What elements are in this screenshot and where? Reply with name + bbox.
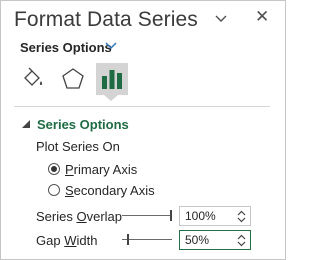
task-pane-options-button[interactable] xyxy=(215,11,227,26)
slider-track xyxy=(122,215,172,216)
section-title[interactable]: Series Options xyxy=(37,117,129,132)
series-overlap-spinner[interactable] xyxy=(179,206,251,226)
close-icon: ✕ xyxy=(255,7,270,26)
spin-down-icon[interactable] xyxy=(237,241,246,247)
slider-thumb[interactable] xyxy=(127,234,129,245)
pane-title: Format Data Series xyxy=(14,8,198,31)
series-overlap-label: Series Overlap xyxy=(36,209,123,224)
series-options-tab[interactable] xyxy=(96,63,128,95)
divider xyxy=(14,106,270,107)
paint-bucket-icon xyxy=(24,67,43,86)
chevron-down-icon[interactable] xyxy=(105,41,117,51)
pentagon-icon xyxy=(62,68,84,89)
gap-width-input[interactable] xyxy=(180,231,234,249)
bar-chart-icon xyxy=(102,70,122,89)
gap-width-slider[interactable] xyxy=(122,234,172,246)
chevron-down-icon xyxy=(215,15,227,22)
fill-line-tab[interactable] xyxy=(17,63,49,95)
gap-width-spinner[interactable] xyxy=(179,230,251,250)
close-button[interactable]: ✕ xyxy=(255,7,269,27)
format-data-series-pane: Format Data Series ✕ Series Options Seri… xyxy=(0,0,286,260)
spin-up-icon[interactable] xyxy=(237,210,246,216)
series-options-dropdown[interactable]: Series Options xyxy=(20,40,112,55)
collapse-triangle-icon[interactable] xyxy=(22,120,30,128)
series-overlap-input[interactable] xyxy=(180,207,234,225)
effects-tab[interactable] xyxy=(57,63,89,95)
secondary-axis-label[interactable]: Secondary Axis xyxy=(65,183,155,198)
slider-track xyxy=(122,239,172,240)
selected-tab-pointer xyxy=(104,95,118,101)
plot-series-on-label: Plot Series On xyxy=(36,139,120,154)
spin-up-icon[interactable] xyxy=(237,234,246,240)
slider-thumb[interactable] xyxy=(170,210,172,221)
gap-width-label: Gap Width xyxy=(36,233,98,248)
primary-axis-label[interactable]: Primary Axis xyxy=(65,162,137,177)
radio-selected-dot xyxy=(51,166,57,172)
primary-axis-radio[interactable] xyxy=(48,163,60,175)
series-overlap-slider[interactable] xyxy=(122,210,172,222)
spin-down-icon[interactable] xyxy=(237,217,246,223)
secondary-axis-radio[interactable] xyxy=(48,184,60,196)
